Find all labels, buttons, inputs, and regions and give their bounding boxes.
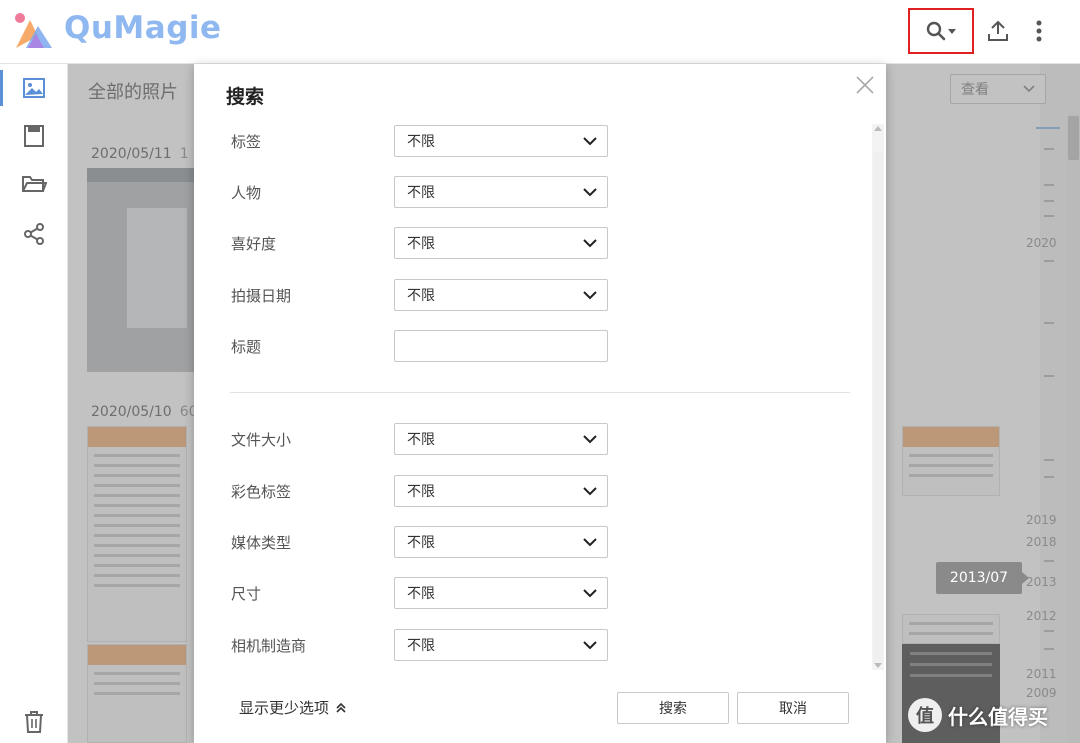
select-value: 不限 bbox=[407, 586, 435, 602]
nav-photos[interactable] bbox=[0, 66, 68, 110]
file-size-select[interactable]: 不限 bbox=[394, 423, 608, 455]
select-value: 不限 bbox=[407, 185, 435, 201]
color-label-select[interactable]: 不限 bbox=[394, 475, 608, 507]
rating-select[interactable]: 不限 bbox=[394, 227, 608, 259]
chevron-down-icon bbox=[583, 588, 597, 597]
qumagie-logo-icon bbox=[15, 13, 52, 48]
filter-label: 尺寸 bbox=[231, 585, 262, 603]
section-divider bbox=[230, 392, 850, 393]
filter-label: 喜好度 bbox=[231, 235, 277, 253]
show-less-options-link[interactable]: 显示更少选项 bbox=[239, 697, 347, 718]
close-icon[interactable] bbox=[854, 74, 876, 96]
filter-label: 标题 bbox=[231, 338, 262, 356]
filter-label: 文件大小 bbox=[231, 431, 292, 449]
filter-label: 相机制造商 bbox=[231, 637, 307, 655]
filter-row-file-size: 文件大小 不限 bbox=[231, 423, 631, 455]
camera-maker-select[interactable]: 不限 bbox=[394, 629, 608, 661]
filter-row-color-label: 彩色标签 不限 bbox=[231, 475, 631, 507]
album-icon bbox=[24, 125, 44, 147]
filter-row-camera-maker: 相机制造商 不限 bbox=[231, 629, 631, 661]
chevron-down-icon bbox=[583, 187, 597, 196]
watermark: 值 什么值得买 bbox=[908, 698, 1048, 732]
select-value: 不限 bbox=[407, 535, 435, 551]
folder-icon bbox=[22, 176, 47, 192]
dimensions-select[interactable]: 不限 bbox=[394, 577, 608, 609]
chevron-down-icon bbox=[583, 238, 597, 247]
app-name: QuMagie bbox=[64, 10, 222, 46]
image-icon bbox=[23, 78, 45, 98]
trash-icon bbox=[25, 711, 43, 733]
search-button[interactable] bbox=[908, 8, 974, 54]
upload-button[interactable] bbox=[983, 16, 1013, 46]
filter-label: 人物 bbox=[231, 184, 262, 202]
filter-row-people: 人物 不限 bbox=[231, 176, 631, 208]
nav-share[interactable] bbox=[0, 212, 68, 256]
select-value: 不限 bbox=[407, 134, 435, 150]
nav-albums[interactable] bbox=[0, 114, 68, 158]
filter-row-tags: 标签 不限 bbox=[231, 125, 631, 157]
filter-label: 媒体类型 bbox=[231, 534, 292, 552]
dialog-title: 搜索 bbox=[226, 86, 265, 108]
search-dialog: 搜索 标签 不限 人物 不限 喜好度 不限 拍摄日期 不限 标题 文件大小 不限… bbox=[194, 64, 886, 743]
watermark-logo-icon: 值 bbox=[908, 698, 942, 732]
filter-row-media-type: 媒体类型 不限 bbox=[231, 526, 631, 558]
select-value: 不限 bbox=[407, 638, 435, 654]
chevron-down-icon bbox=[583, 136, 597, 145]
left-nav bbox=[0, 64, 68, 743]
select-value: 不限 bbox=[407, 484, 435, 500]
tags-select[interactable]: 不限 bbox=[394, 125, 608, 157]
scroll-up-arrow-icon[interactable] bbox=[874, 126, 882, 131]
timeline-tooltip: 2013/07 bbox=[936, 562, 1029, 594]
select-value: 不限 bbox=[407, 288, 435, 304]
more-vertical-icon bbox=[1036, 20, 1042, 42]
chevron-down-icon bbox=[583, 434, 597, 443]
scroll-down-arrow-icon[interactable] bbox=[874, 663, 882, 668]
people-select[interactable]: 不限 bbox=[394, 176, 608, 208]
watermark-text: 什么值得买 bbox=[948, 704, 1048, 729]
chevron-down-icon bbox=[583, 290, 597, 299]
search-submit-button[interactable]: 搜索 bbox=[617, 692, 729, 724]
media-type-select[interactable]: 不限 bbox=[394, 526, 608, 558]
date-taken-select[interactable]: 不限 bbox=[394, 279, 608, 311]
dialog-scrollbar[interactable] bbox=[872, 124, 884, 670]
chevron-down-icon bbox=[583, 537, 597, 546]
filter-row-title: 标题 bbox=[231, 330, 631, 362]
filter-label: 彩色标签 bbox=[231, 483, 292, 501]
filter-row-rating: 喜好度 不限 bbox=[231, 227, 631, 259]
nav-trash[interactable] bbox=[0, 700, 68, 743]
title-input[interactable] bbox=[394, 330, 608, 362]
cancel-button[interactable]: 取消 bbox=[737, 692, 849, 724]
chevron-down-icon bbox=[583, 640, 597, 649]
filter-row-dimensions: 尺寸 不限 bbox=[231, 577, 631, 609]
dialog-scrollbar-thumb[interactable] bbox=[873, 152, 883, 662]
search-icon bbox=[926, 21, 956, 41]
share-icon bbox=[24, 223, 44, 245]
select-value: 不限 bbox=[407, 236, 435, 252]
filter-label: 拍摄日期 bbox=[231, 287, 292, 305]
more-menu-button[interactable] bbox=[1024, 16, 1054, 46]
chevron-down-icon bbox=[583, 486, 597, 495]
filter-label: 标签 bbox=[231, 133, 262, 151]
filter-row-date-taken: 拍摄日期 不限 bbox=[231, 279, 631, 311]
select-value: 不限 bbox=[407, 432, 435, 448]
show-less-options-label: 显示更少选项 bbox=[239, 699, 330, 717]
double-chevron-up-icon bbox=[336, 702, 346, 713]
app-header: QuMagie bbox=[0, 0, 1080, 64]
upload-icon bbox=[988, 20, 1008, 41]
nav-folders[interactable] bbox=[0, 162, 68, 206]
